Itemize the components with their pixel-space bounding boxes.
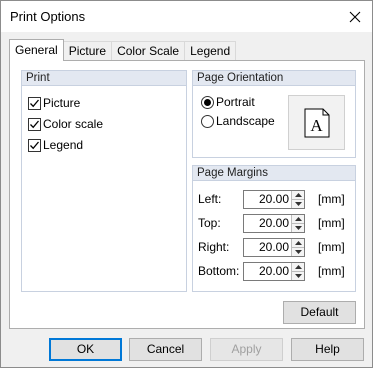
spin-value[interactable]: 20.00	[244, 191, 292, 208]
checkbox-legend[interactable]: Legend	[28, 138, 83, 152]
checkmark-icon	[30, 120, 39, 128]
checkbox-box[interactable]	[28, 96, 41, 110]
close-button[interactable]	[338, 1, 372, 32]
spin-value[interactable]: 20.00	[244, 263, 292, 280]
tab-general[interactable]: General	[9, 39, 64, 61]
checkbox-box[interactable]	[28, 117, 41, 131]
checkbox-label: Picture	[43, 96, 81, 110]
print-group-header: Print	[22, 71, 186, 86]
apply-button[interactable]: Apply	[210, 338, 283, 361]
radio-dot	[204, 98, 211, 106]
page-orientation-group: Page Orientation Portrait Landscape A	[192, 70, 356, 158]
spin-down-button[interactable]	[292, 248, 304, 256]
spin-up-button[interactable]	[292, 239, 304, 248]
arrow-down-icon	[294, 226, 302, 230]
unit-label: [mm]	[318, 264, 345, 278]
tab-picture[interactable]: Picture	[62, 41, 113, 61]
unit-label: [mm]	[318, 192, 345, 206]
print-group: Print Picture Color scale Legend	[21, 70, 187, 292]
margin-label: Top:	[198, 216, 221, 230]
tab-color-scale[interactable]: Color Scale	[111, 41, 186, 61]
checkbox-picture[interactable]: Picture	[28, 96, 80, 110]
checkbox-label: Legend	[43, 138, 84, 152]
spin-buttons	[291, 239, 304, 256]
spin-up-button[interactable]	[292, 191, 304, 200]
cancel-button[interactable]: Cancel	[129, 338, 202, 361]
top-margin-spinbox[interactable]: 20.00	[243, 214, 305, 233]
portrait-page-icon: A	[304, 108, 329, 137]
arrow-up-icon	[294, 241, 302, 245]
spin-down-button[interactable]	[292, 272, 304, 280]
spin-buttons	[291, 191, 304, 208]
spin-down-button[interactable]	[292, 200, 304, 208]
spin-buttons	[291, 215, 304, 232]
page-orientation-header: Page Orientation	[193, 71, 355, 86]
default-button[interactable]: Default	[283, 301, 356, 324]
radio-label: Portrait	[216, 95, 255, 109]
margin-label: Left:	[198, 192, 222, 206]
radio-label: Landscape	[216, 114, 275, 128]
ok-button[interactable]: OK	[49, 338, 122, 361]
margin-row-top: Top: 20.00 [mm]	[198, 214, 348, 233]
page-margins-group: Page Margins Left: 20.00 [mm] Top: 20.00	[192, 165, 356, 292]
radio-circle[interactable]	[201, 95, 214, 109]
unit-label: [mm]	[318, 216, 345, 230]
margin-row-right: Right: 20.00 [mm]	[198, 238, 348, 257]
checkmark-icon	[30, 141, 39, 149]
spin-value[interactable]: 20.00	[244, 215, 292, 232]
close-icon	[349, 11, 361, 22]
left-margin-spinbox[interactable]: 20.00	[243, 190, 305, 209]
spin-up-button[interactable]	[292, 215, 304, 224]
page-margins-header: Page Margins	[193, 166, 355, 181]
tab-legend[interactable]: Legend	[184, 41, 237, 61]
title-bar: Print Options	[1, 1, 372, 32]
tab-strip: General Picture Color Scale Legend	[9, 39, 237, 61]
print-options-dialog: Print Options General Picture Color Scal…	[0, 0, 373, 368]
unit-label: [mm]	[318, 240, 345, 254]
margin-label: Right:	[198, 240, 230, 254]
right-margin-spinbox[interactable]: 20.00	[243, 238, 305, 257]
spin-value[interactable]: 20.00	[244, 239, 292, 256]
preview-glyph: A	[310, 116, 323, 135]
margin-row-bottom: Bottom: 20.00 [mm]	[198, 262, 348, 281]
checkbox-color-scale[interactable]: Color scale	[28, 117, 103, 131]
arrow-up-icon	[294, 217, 302, 221]
bottom-margin-spinbox[interactable]: 20.00	[243, 262, 305, 281]
help-button[interactable]: Help	[291, 338, 364, 361]
checkbox-label: Color scale	[43, 117, 104, 131]
window-title: Print Options	[10, 9, 86, 24]
arrow-down-icon	[294, 202, 302, 206]
spin-up-button[interactable]	[292, 263, 304, 272]
arrow-up-icon	[294, 193, 302, 197]
checkmark-icon	[30, 99, 39, 107]
radio-portrait[interactable]: Portrait	[201, 95, 255, 109]
radio-landscape[interactable]: Landscape	[201, 114, 275, 128]
spin-buttons	[291, 263, 304, 280]
checkbox-box[interactable]	[28, 138, 41, 152]
margin-row-left: Left: 20.00 [mm]	[198, 190, 348, 209]
orientation-preview: A	[288, 95, 345, 150]
arrow-down-icon	[294, 274, 302, 278]
general-tab-panel: Print Picture Color scale Legend Page Or…	[9, 60, 365, 329]
arrow-down-icon	[294, 250, 302, 254]
arrow-up-icon	[294, 265, 302, 269]
margin-label: Bottom:	[198, 264, 240, 278]
radio-circle[interactable]	[201, 114, 214, 128]
spin-down-button[interactable]	[292, 224, 304, 232]
